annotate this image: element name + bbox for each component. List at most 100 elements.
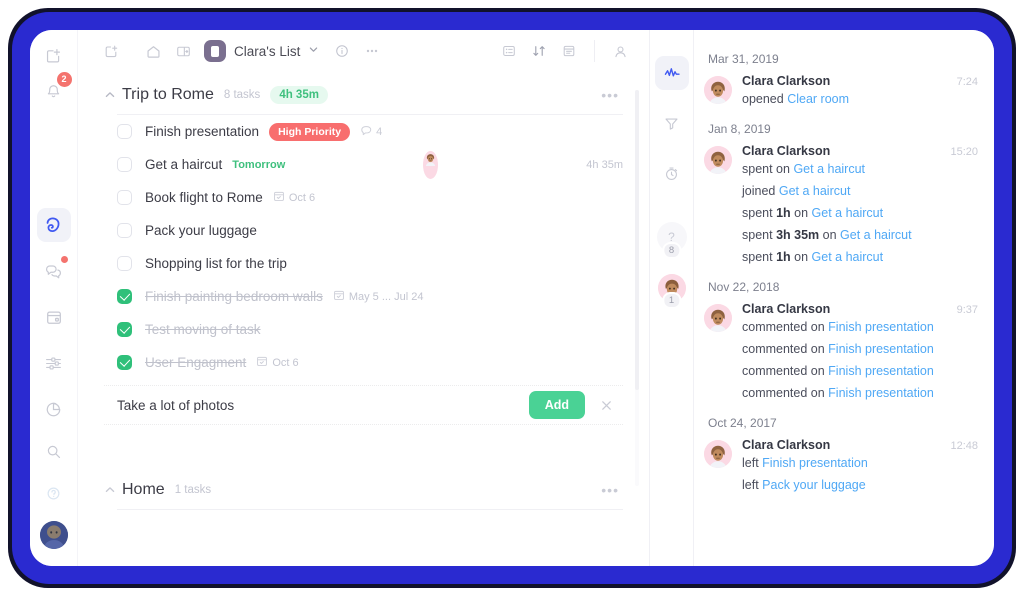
- close-icon[interactable]: [593, 392, 619, 418]
- task-row[interactable]: Pack your luggage: [104, 214, 623, 247]
- task-row[interactable]: Test moving of task: [104, 313, 623, 346]
- feed-target-link[interactable]: Finish presentation: [828, 386, 934, 400]
- feed-activity-line: commented on Finish presentation: [742, 316, 978, 338]
- feed-target-link[interactable]: Get a haircut: [840, 228, 912, 242]
- more-horizontal-icon[interactable]: [357, 36, 387, 66]
- calendar-icon[interactable]: [37, 300, 71, 334]
- feed-target-link[interactable]: Pack your luggage: [762, 478, 866, 492]
- members-icon[interactable]: [605, 36, 635, 66]
- task-row[interactable]: Shopping list for the trip: [104, 247, 623, 280]
- chat-icon[interactable]: [37, 254, 71, 288]
- task-row[interactable]: Book flight to Rome Oct 6: [104, 181, 623, 214]
- help-question-icon[interactable]: ? 8: [650, 222, 693, 259]
- collapse-caret-icon[interactable]: [104, 89, 122, 101]
- feed-verb: spent: [742, 250, 773, 264]
- reports-icon[interactable]: [37, 392, 71, 426]
- feed-activity-line: spent 1h on Get a haircut: [742, 202, 978, 224]
- feed-target-link[interactable]: Clear room: [787, 92, 849, 106]
- feed-activity-line: opened Clear room: [742, 88, 978, 110]
- feed-target-link[interactable]: Get a haircut: [793, 162, 865, 176]
- task-checkbox[interactable]: [117, 256, 132, 271]
- feed-target-link[interactable]: Get a haircut: [812, 206, 884, 220]
- new-item-icon[interactable]: [96, 36, 126, 66]
- task-checkbox[interactable]: [117, 355, 132, 370]
- feed-entry: Clara Clarkson 12:48 left Finish presentat…: [704, 438, 978, 496]
- task-list-scroll-area[interactable]: Trip to Rome 8 tasks 4h 35m ••• Finish p…: [78, 72, 649, 566]
- priority-badge: High Priority: [269, 122, 351, 141]
- new-task-input[interactable]: [117, 397, 529, 413]
- bell-icon[interactable]: 2: [37, 72, 72, 108]
- filter-board-icon[interactable]: [37, 346, 71, 380]
- task-label: Finish presentation: [145, 124, 260, 139]
- task-row[interactable]: User Engagment Oct 6: [104, 346, 623, 379]
- task-checkbox[interactable]: [117, 190, 132, 205]
- scrollbar-thumb[interactable]: [635, 90, 639, 390]
- toolbar-divider: [594, 40, 595, 62]
- comment-count-label: 4: [376, 125, 383, 138]
- feed-verb: spent on: [742, 162, 790, 176]
- feed-target-link[interactable]: Get a haircut: [779, 184, 851, 198]
- task-checkbox[interactable]: [117, 124, 132, 139]
- flamingo-logo-icon[interactable]: [36, 208, 71, 242]
- feed-target-link[interactable]: Finish presentation: [828, 364, 934, 378]
- task-checkbox[interactable]: [117, 157, 132, 172]
- feed-verb: commented on: [742, 342, 825, 356]
- group-header[interactable]: Trip to Rome 8 tasks 4h 35m •••: [104, 72, 623, 114]
- task-checkbox[interactable]: [117, 322, 132, 337]
- feed-timestamp: 15:20: [950, 146, 978, 158]
- task-row[interactable]: Get a haircut Tomorrow 4h 35m: [104, 148, 623, 181]
- feed-duration: 3h 35m: [776, 228, 820, 242]
- help-circle-icon[interactable]: [37, 476, 71, 510]
- panel-layout-icon[interactable]: [168, 36, 198, 66]
- task-row[interactable]: Finish painting bedroom walls May 5 ... J…: [104, 280, 623, 313]
- task-label: Get a haircut: [145, 157, 223, 172]
- filter-icon[interactable]: [655, 106, 689, 140]
- task-list-scrollbar[interactable]: [635, 90, 639, 486]
- feed-avatar[interactable]: [704, 440, 732, 468]
- feed-verb: spent: [742, 228, 773, 242]
- list-avatar-icon: [204, 40, 226, 62]
- search-icon[interactable]: [37, 434, 71, 468]
- task-date-label: Oct 6: [272, 356, 299, 369]
- home-icon[interactable]: [138, 36, 168, 66]
- feed-avatar[interactable]: [704, 146, 732, 174]
- feed-verb: spent: [742, 206, 773, 220]
- feed-avatar[interactable]: [704, 76, 732, 104]
- home-group-header[interactable]: Home 1 tasks •••: [104, 467, 623, 509]
- activity-feed[interactable]: Mar 31, 2019 Clara Clarkson 7:24 opened Cle…: [694, 30, 994, 566]
- activity-pulse-icon[interactable]: [654, 56, 689, 90]
- member-avatar[interactable]: 1: [650, 274, 693, 309]
- archive-icon[interactable]: [554, 36, 584, 66]
- new-task-row[interactable]: Add: [104, 385, 623, 425]
- group-more-icon[interactable]: •••: [601, 87, 623, 103]
- feed-avatar[interactable]: [704, 304, 732, 332]
- feed-target-link[interactable]: Get a haircut: [812, 250, 884, 264]
- collapse-caret-icon[interactable]: [104, 484, 122, 496]
- feed-target-link[interactable]: Finish presentation: [828, 320, 934, 334]
- feed-preposition: on: [822, 228, 837, 242]
- task-group-trip-to-rome: Trip to Rome 8 tasks 4h 35m ••• Finish p…: [104, 72, 623, 379]
- feed-target-link[interactable]: Finish presentation: [828, 342, 934, 356]
- comment-count[interactable]: 4: [360, 124, 382, 140]
- feed-duration: 1h: [776, 206, 791, 220]
- compose-icon[interactable]: [37, 38, 71, 72]
- home-group-more-icon[interactable]: •••: [601, 482, 623, 498]
- info-icon[interactable]: [327, 36, 357, 66]
- top-toolbar: Clara's List: [78, 30, 649, 72]
- activity-tools-rail: ? 8 1: [650, 30, 694, 566]
- timer-icon[interactable]: [655, 156, 689, 190]
- add-task-button[interactable]: Add: [528, 391, 585, 419]
- task-checkbox[interactable]: [117, 223, 132, 238]
- task-assignee-avatar[interactable]: [423, 150, 439, 179]
- home-group-title: Home: [122, 481, 165, 498]
- list-selector[interactable]: Clara's List: [204, 40, 319, 62]
- feed-verb: left: [742, 456, 759, 470]
- sort-icon[interactable]: [524, 36, 554, 66]
- task-row[interactable]: Finish presentation High Priority 4: [104, 115, 623, 148]
- feed-target-link[interactable]: Finish presentation: [762, 456, 868, 470]
- board-view-icon[interactable]: [494, 36, 524, 66]
- home-group-divider: [117, 509, 623, 510]
- task-checkbox[interactable]: [117, 289, 132, 304]
- user-avatar[interactable]: [37, 518, 71, 552]
- feed-timestamp: 7:24: [956, 76, 978, 88]
